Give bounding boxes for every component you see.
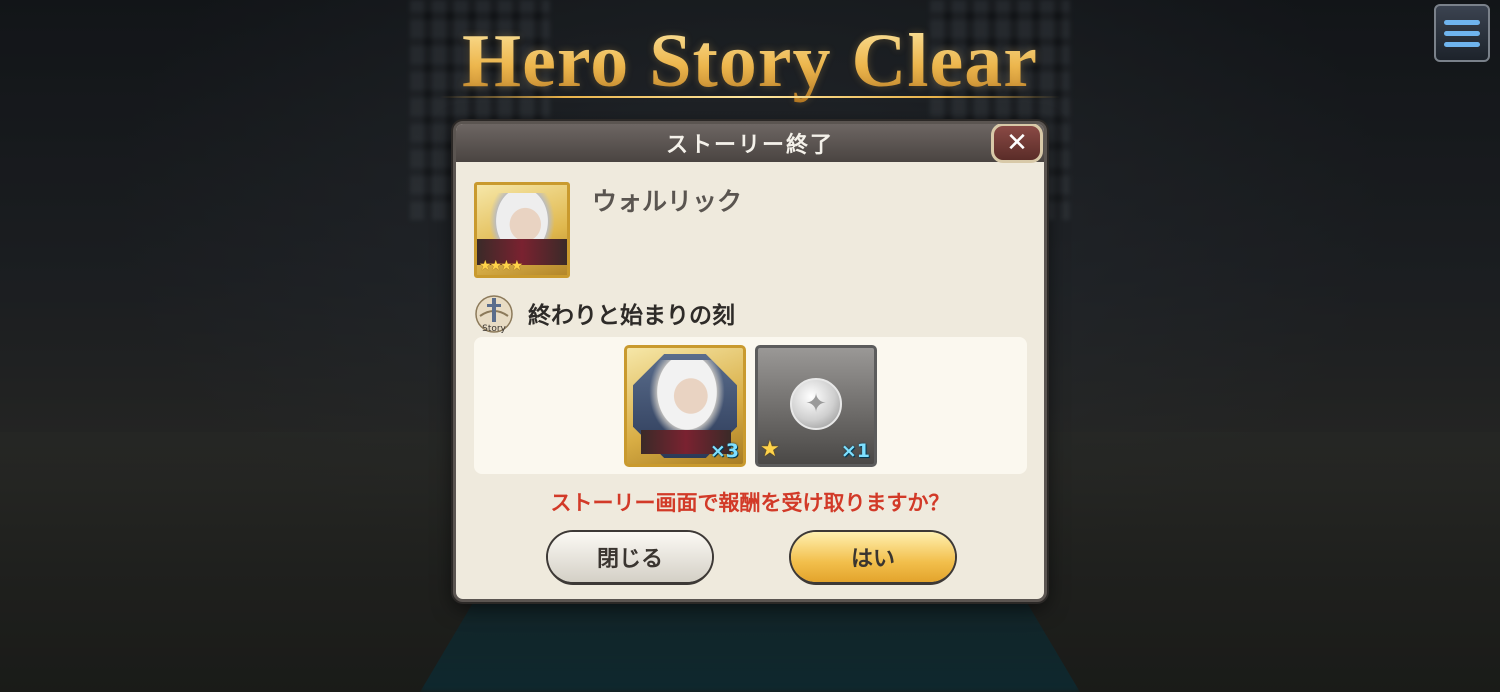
reward-quantity: ×1 [840,440,870,462]
receive-reward-prompt: ストーリー画面で報酬を受け取りますか？ [550,491,950,515]
close-icon: ✕ [1006,128,1028,158]
menu-button[interactable] [1434,4,1490,62]
story-title: 終わりと始まりの刻 [528,303,735,329]
reward-silver-coin[interactable]: ✦ ★ ×1 [755,345,877,467]
hero-name: ウォルリック [592,187,743,216]
rank-star-icon: ★ [760,437,780,462]
hero-portrait: ★★★★ [474,182,570,278]
story-complete-dialog: ストーリー終了 ✕ ★★★★ ウォルリック Story 終わりと始まりの刻 ×3… [453,121,1047,602]
story-icon-label: Story [482,324,506,334]
hero-story-clear-title: Hero Story Clear [460,18,1040,105]
reward-hero-fragment[interactable]: ×3 [624,345,746,467]
close-button[interactable]: ✕ [991,124,1043,163]
silver-coin-icon: ✦ [790,378,842,430]
hero-portrait-icon [649,360,725,440]
title-underline [440,96,1060,98]
dialog-title: ストーリー終了 [665,133,834,158]
hamburger-menu-icon [1444,19,1480,25]
dialog-header: ストーリー終了 [456,124,1044,162]
reward-list: ×3 ✦ ★ ×1 [474,337,1027,474]
yes-button[interactable]: はい [791,532,955,582]
story-book-icon: Story [475,295,513,334]
reward-quantity: ×3 [709,440,739,462]
close-dialog-button[interactable]: 閉じる [548,532,712,582]
hero-rarity-stars: ★★★★ [479,258,523,274]
